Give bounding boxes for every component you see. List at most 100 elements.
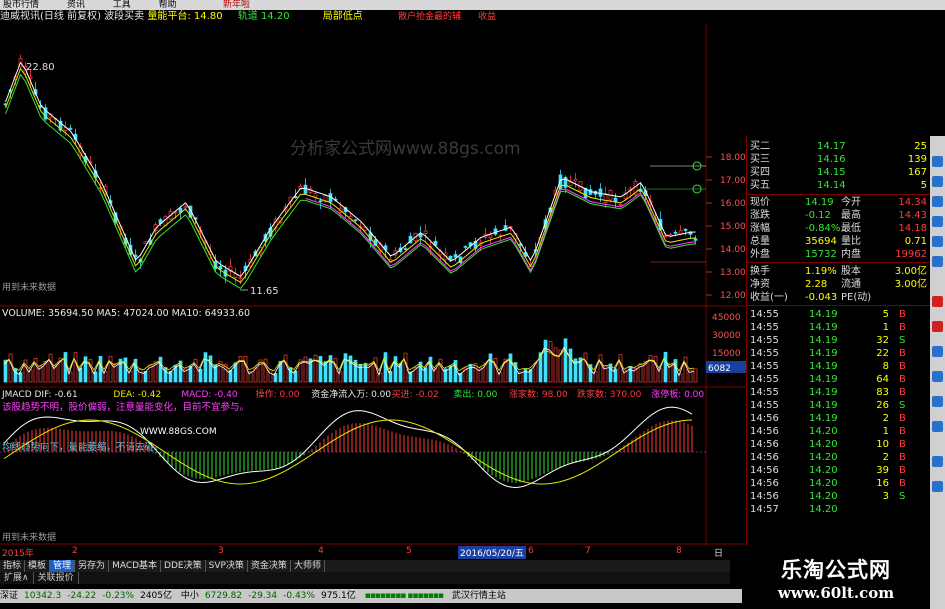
toolbar-icon-10[interactable] xyxy=(932,371,943,382)
toolbar-icon-4[interactable] xyxy=(932,216,943,227)
indicator-tab[interactable]: 资金决策 xyxy=(248,560,291,572)
stat-label: 净资 xyxy=(750,279,770,290)
tick-row: 14:56 14.20 3 S xyxy=(747,490,931,503)
sz-index-change: -24.22 xyxy=(67,591,97,601)
toolbar-icon-14[interactable] xyxy=(932,481,943,492)
tick-row: 14:56 14.20 16 B xyxy=(747,477,931,490)
tick-price: 14.20 xyxy=(809,452,838,463)
toolbar-icon-3[interactable] xyxy=(932,196,943,207)
sz-index-label: 深证 xyxy=(0,591,19,601)
tick-side: B xyxy=(899,452,906,463)
indicator-tab[interactable]: DDE决策 xyxy=(161,560,206,572)
menu-notice[interactable]: 新年啦 xyxy=(220,0,250,10)
stat-value-2: 0.71 xyxy=(904,236,927,247)
indicator-tab[interactable]: MACD基本 xyxy=(109,560,162,572)
price-tick: 17.00 xyxy=(720,176,746,186)
tick-price: 14.20 xyxy=(809,504,838,515)
quote-stat-row: 收益(一) -0.043 PE(动) xyxy=(747,291,931,304)
indicator-name[interactable]: 波段买卖 xyxy=(104,11,144,22)
indicator-tab[interactable]: 模板 xyxy=(25,560,51,572)
tick-price: 14.19 xyxy=(809,361,838,372)
quote-stat-row: 净资 2.28 流通 3.00亿 xyxy=(747,278,931,291)
price-tick: 14.00 xyxy=(720,245,746,255)
toolbar-icon-12[interactable] xyxy=(932,421,943,432)
stat-value: 1.19% xyxy=(805,266,837,277)
quote-stat-row: 涨幅 -0.84% 最低 14.18 xyxy=(747,222,931,235)
stat-value-2: 14.43 xyxy=(898,210,927,221)
toolbar-icon-11[interactable] xyxy=(932,396,943,407)
indicator-tab[interactable]: 指标 xyxy=(0,560,26,572)
toolbar-icon-7[interactable] xyxy=(932,296,943,307)
kline-chart[interactable]: 22.80 11.65 用到未来数据 18.00 17.00 16.00 15.00 1… xyxy=(0,24,746,546)
date-label-1: 2 xyxy=(72,546,78,556)
track-label: 轨道 xyxy=(237,11,258,22)
stat-value: -0.12 xyxy=(805,210,831,221)
indicator-tab-bar: 指标 模板 管理 另存为 MACD基本 DDE决策 SVP决策 资金决策 大师师 xyxy=(0,560,730,572)
tick-price: 14.20 xyxy=(809,491,838,502)
tick-time: 14:55 xyxy=(750,322,779,333)
macd-advice-line2: WWW.88GS.COM xyxy=(140,427,217,437)
tick-row: 14:55 14.19 5 B xyxy=(747,308,931,321)
indicator-tab[interactable]: 另存为 xyxy=(75,560,110,572)
tick-volume: 3 xyxy=(882,491,889,502)
tick-price: 14.19 xyxy=(809,413,838,424)
tick-volume: 22 xyxy=(876,348,889,359)
tab-expand[interactable]: 扩展∧ xyxy=(0,572,34,584)
sz-index-amount: 2405亿 xyxy=(140,591,172,601)
menu-item-help[interactable]: 帮助 xyxy=(156,0,177,10)
tick-time: 14:55 xyxy=(750,374,779,385)
header-notice-2: 收益 xyxy=(478,12,497,22)
quote-stat-row: 涨跌 -0.12 最高 14.43 xyxy=(747,209,931,222)
stat-value: 35694 xyxy=(805,236,837,247)
volume-tick: 45000 xyxy=(712,313,741,323)
toolbar-icon-2[interactable] xyxy=(932,176,943,187)
header-notice: 散户抢金最的辅 xyxy=(398,12,462,22)
tick-time: 14:56 xyxy=(750,413,779,424)
zx-index-amount: 975.1亿 xyxy=(320,591,356,601)
tick-price: 14.19 xyxy=(809,348,838,359)
tick-price: 14.19 xyxy=(809,322,838,333)
tab-related-quote[interactable]: 关联报价 xyxy=(34,572,79,584)
stat-label-2: 量比 xyxy=(841,236,861,247)
indicator-tab[interactable]: 管理 xyxy=(50,560,76,572)
menu-item-tools[interactable]: 工具 xyxy=(110,0,131,10)
menu-bar: 股市行情 资讯 工具 帮助 新年啦 xyxy=(0,0,945,10)
tick-side: S xyxy=(899,400,906,411)
macd-header-item: 操作: 0.00 xyxy=(256,388,300,400)
date-label-0: 2015年 xyxy=(2,549,34,559)
volume-header: VOLUME: 35694.50 MA5: 47024.00 MA10: 649… xyxy=(2,308,250,319)
price-tick: 16.00 xyxy=(720,199,746,209)
tick-side: S xyxy=(899,491,906,502)
quote-stat-row: 现价 14.19 今开 14.34 xyxy=(747,196,931,209)
menu-item-market[interactable]: 股市行情 xyxy=(0,0,39,10)
tick-time: 14:55 xyxy=(750,387,779,398)
tick-time: 14:55 xyxy=(750,348,779,359)
toolbar-icon-1[interactable] xyxy=(932,156,943,167)
toolbar-icon-9[interactable] xyxy=(932,346,943,357)
toolbar-icon-13[interactable] xyxy=(932,456,943,467)
tick-row: 14:55 14.19 32 S xyxy=(747,334,931,347)
bid-level-name: 买二 xyxy=(750,141,770,152)
server-name[interactable]: 武汉行情主站 xyxy=(452,591,506,601)
tick-side: B xyxy=(899,426,906,437)
bid-level: 买二 14.17 25 xyxy=(747,140,931,153)
bid-level-name: 买四 xyxy=(750,167,770,178)
date-label-6: 7 xyxy=(585,546,591,556)
bid-level-name: 买三 xyxy=(750,154,770,165)
toolbar-icon-6[interactable] xyxy=(932,256,943,267)
tick-price: 14.20 xyxy=(809,478,838,489)
tick-side: B xyxy=(899,439,906,450)
toolbar-icon-8[interactable] xyxy=(932,321,943,332)
site-watermark: 乐淘公式网 www.60lt.com xyxy=(742,548,930,609)
menu-item-news[interactable]: 资讯 xyxy=(64,0,85,10)
tick-time: 14:56 xyxy=(750,426,779,437)
macd-header-item: DEA: -0.42 xyxy=(113,390,161,400)
toolbar-icon-5[interactable] xyxy=(932,236,943,247)
tick-side: B xyxy=(899,387,906,398)
quote-panel: 买二 14.17 25 买三 14.16 139 买四 14.15 167 买五 14… xyxy=(746,136,931,546)
indicator-tab[interactable]: 大师师 xyxy=(291,560,325,572)
bid-level: 买四 14.15 167 xyxy=(747,166,931,179)
indicator-tab[interactable]: SVP决策 xyxy=(206,560,248,572)
stat-value-2: 3.00亿 xyxy=(894,279,927,290)
tick-volume: 10 xyxy=(876,439,889,450)
